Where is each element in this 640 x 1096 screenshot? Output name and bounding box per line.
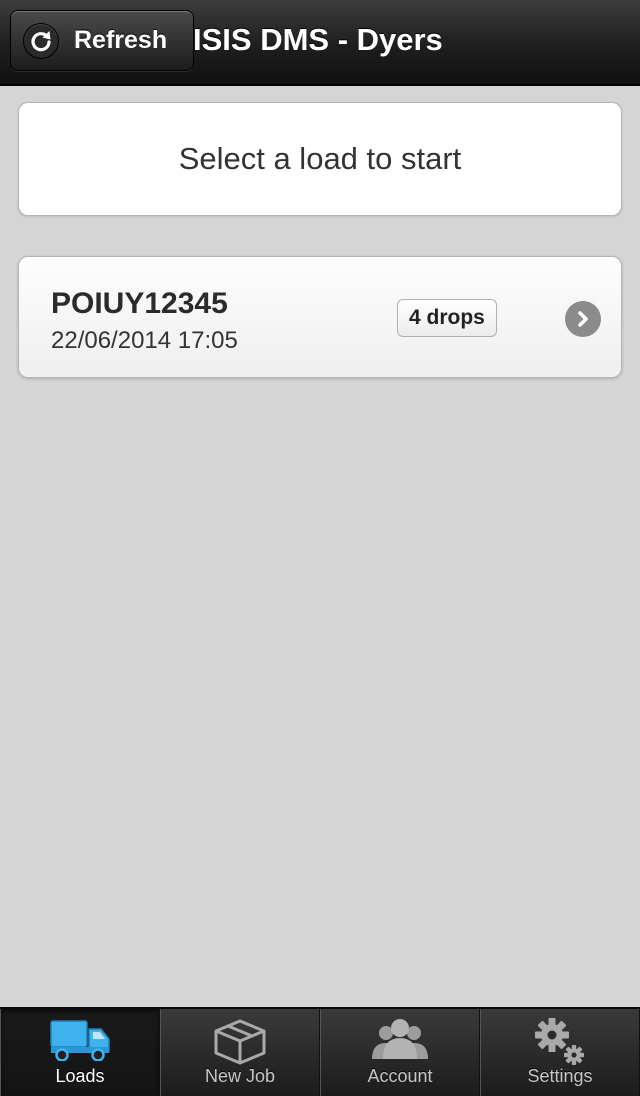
load-list-item[interactable]: POIUY12345 22/06/2014 17:05 4 drops	[18, 256, 622, 378]
tab-account[interactable]: Account	[320, 1009, 480, 1096]
refresh-label: Refresh	[74, 26, 168, 54]
instruction-box: Select a load to start	[18, 102, 622, 216]
gears-icon	[530, 1017, 590, 1072]
load-datetime: 22/06/2014 17:05	[51, 327, 238, 354]
tab-new-job[interactable]: New Job	[160, 1009, 320, 1096]
truck-icon	[49, 1017, 111, 1066]
tab-settings[interactable]: Settings	[480, 1009, 640, 1096]
load-id: POIUY12345	[51, 287, 228, 320]
header-bar: Refresh ISIS DMS - Dyers	[0, 0, 640, 86]
tab-label: Account	[367, 1066, 433, 1086]
tab-label: Loads	[55, 1066, 105, 1086]
app-title: ISIS DMS - Dyers	[193, 22, 443, 57]
drops-count-badge: 4 drops	[397, 299, 497, 337]
tab-loads[interactable]: Loads	[0, 1009, 160, 1096]
chevron-right-icon[interactable]	[565, 301, 601, 337]
bottom-tab-bar: Loads New Job Account Settings	[0, 1007, 640, 1096]
instruction-text: Select a load to start	[178, 141, 462, 176]
users-icon	[369, 1017, 431, 1066]
box-icon	[210, 1017, 270, 1070]
refresh-button[interactable]: Refresh	[10, 10, 194, 71]
refresh-icon	[23, 22, 59, 59]
